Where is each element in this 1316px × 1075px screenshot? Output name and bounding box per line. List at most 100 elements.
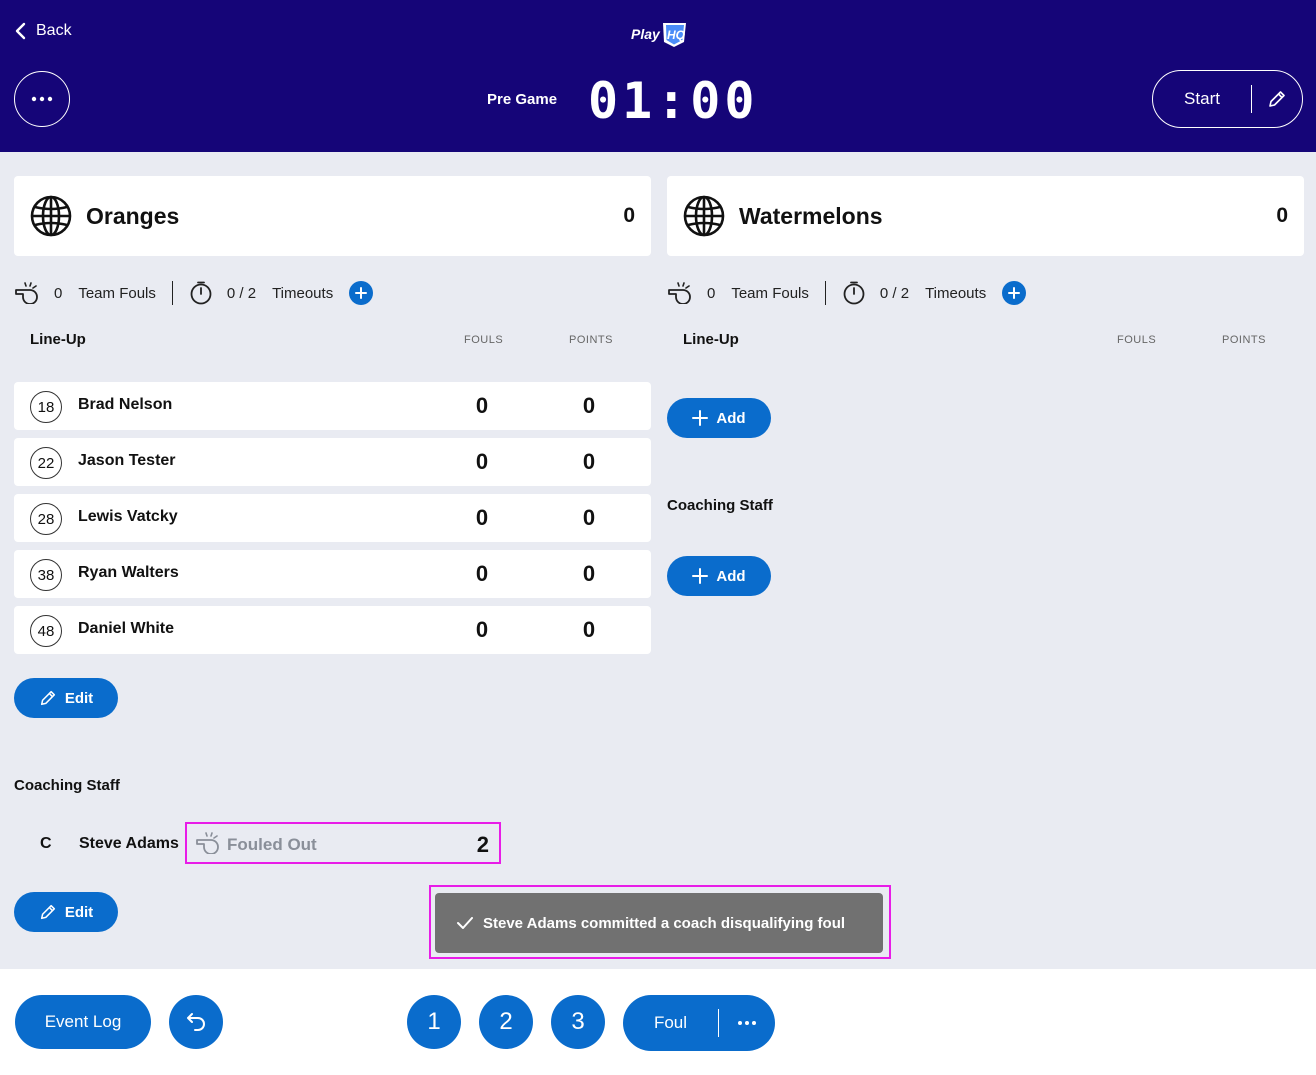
away-coaching-staff-title: Coaching Staff <box>667 497 773 514</box>
away-fouls-column-header: FOULS <box>1117 334 1157 346</box>
player-points: 0 <box>582 617 596 642</box>
edit-clock-button[interactable] <box>1252 89 1302 109</box>
add-coach-label: Add <box>716 567 746 585</box>
coach-fouls-count: 2 <box>476 832 489 857</box>
game-period-label: Pre Game <box>487 91 558 108</box>
whistle-icon <box>668 282 691 304</box>
away-timeouts-count: 0 / 2 <box>879 284 910 302</box>
player-points: 0 <box>582 561 596 586</box>
divider <box>824 281 826 305</box>
home-team-name: Oranges <box>86 202 180 229</box>
home-team-stats: 0 Team Fouls 0 / 2 Timeouts <box>14 278 374 308</box>
whistle-icon <box>15 282 38 304</box>
more-horizontal-icon <box>31 96 53 102</box>
add-player-label: Add <box>716 409 746 427</box>
game-clock: 01:00 <box>588 72 759 130</box>
player-row[interactable]: 28 Lewis Vatcky 0 0 <box>14 494 651 542</box>
away-timeouts-label: Timeouts <box>925 284 987 302</box>
add-coach-button[interactable]: Add <box>667 556 771 596</box>
foul-more-options-button[interactable] <box>719 1020 775 1026</box>
player-name: Brad Nelson <box>78 396 173 413</box>
home-timeouts-count: 0 / 2 <box>226 284 257 302</box>
away-team-fouls-count: 0 <box>707 284 716 302</box>
plus-icon <box>692 410 709 426</box>
plus-icon <box>1008 287 1021 299</box>
event-log-button[interactable]: Event Log <box>15 995 151 1049</box>
player-row[interactable]: 48 Daniel White 0 0 <box>14 606 651 654</box>
player-fouls: 0 <box>475 617 489 642</box>
check-icon <box>457 917 473 929</box>
player-fouls: 0 <box>475 393 489 418</box>
player-row[interactable]: 18 Brad Nelson 0 0 <box>14 382 651 430</box>
home-coaching-staff-title: Coaching Staff <box>14 777 120 794</box>
top-bar: Back Play HQ Pre Game 01:00 Start <box>0 0 1316 152</box>
score-1-point-button[interactable]: 1 <box>407 995 461 1049</box>
more-horizontal-icon <box>738 1021 756 1025</box>
stopwatch-icon <box>190 281 212 305</box>
player-name: Lewis Vatcky <box>78 508 178 525</box>
undo-button[interactable] <box>169 995 223 1049</box>
home-timeouts-label: Timeouts <box>272 284 334 302</box>
svg-text:HQ: HQ <box>667 28 686 42</box>
coach-fouled-out-status: Fouled Out 2 <box>185 822 501 864</box>
jersey-number: 18 <box>30 391 62 423</box>
coach-role: C <box>40 835 52 852</box>
foul-control: Foul <box>623 995 775 1051</box>
back-label: Back <box>36 22 72 39</box>
home-team-fouls-count: 0 <box>54 284 63 302</box>
plus-icon <box>355 287 368 299</box>
away-team-card: Watermelons 0 <box>667 176 1304 256</box>
edit-coaching-staff-label: Edit <box>64 903 94 921</box>
score-3-points-button[interactable]: 3 <box>551 995 605 1049</box>
player-row[interactable]: 38 Ryan Walters 0 0 <box>14 550 651 598</box>
player-fouls: 0 <box>475 449 489 474</box>
player-fouls: 0 <box>475 505 489 530</box>
undo-icon <box>187 1013 205 1031</box>
player-name: Jason Tester <box>78 452 176 469</box>
jersey-number: 22 <box>30 447 62 479</box>
toast-notification: Steve Adams committed a coach disqualify… <box>435 893 883 953</box>
plus-icon <box>692 568 709 584</box>
player-name: Daniel White <box>78 620 175 637</box>
score-2-points-button[interactable]: 2 <box>479 995 533 1049</box>
globe-icon <box>683 195 725 237</box>
edit-lineup-button[interactable]: Edit <box>14 678 118 718</box>
back-button[interactable]: Back <box>14 22 72 40</box>
away-team-name: Watermelons <box>739 202 883 229</box>
home-fouls-column-header: FOULS <box>464 334 504 346</box>
player-fouls: 0 <box>475 561 489 586</box>
toast-message: Steve Adams committed a coach disqualify… <box>483 914 846 932</box>
playhq-logo: Play HQ <box>631 23 686 47</box>
edit-coaching-staff-button[interactable]: Edit <box>14 892 118 932</box>
pencil-icon <box>40 690 55 706</box>
home-points-column-header: POINTS <box>569 334 613 346</box>
stopwatch-icon <box>843 281 865 305</box>
pencil-icon <box>40 904 55 920</box>
away-team-stats: 0 Team Fouls 0 / 2 Timeouts <box>667 278 1027 308</box>
start-button[interactable]: Start <box>1153 89 1251 109</box>
edit-lineup-label: Edit <box>64 689 94 707</box>
home-add-timeout-button[interactable] <box>349 281 374 305</box>
away-team-score: 0 <box>1276 204 1288 227</box>
jersey-number: 28 <box>30 503 62 535</box>
jersey-number: 38 <box>30 559 62 591</box>
player-name: Ryan Walters <box>78 564 179 581</box>
fouled-out-label: Fouled Out <box>227 835 317 854</box>
bottom-action-bar: Event Log 1 2 3 Foul <box>0 969 1316 1075</box>
player-points: 0 <box>582 393 596 418</box>
foul-button[interactable]: Foul <box>623 1013 718 1033</box>
home-team-fouls-label: Team Fouls <box>78 284 156 302</box>
globe-icon <box>30 195 72 237</box>
away-team-fouls-label: Team Fouls <box>731 284 809 302</box>
away-points-column-header: POINTS <box>1222 334 1266 346</box>
divider <box>171 281 173 305</box>
add-player-button[interactable]: Add <box>667 398 771 438</box>
coach-name[interactable]: Steve Adams <box>79 835 179 853</box>
player-row[interactable]: 22 Jason Tester 0 0 <box>14 438 651 486</box>
away-add-timeout-button[interactable] <box>1002 281 1027 305</box>
home-lineup-title: Line-Up <box>30 331 86 348</box>
more-menu-button[interactable] <box>14 71 70 127</box>
home-team-score: 0 <box>623 204 635 227</box>
start-clock-control: Start <box>1152 70 1303 128</box>
pencil-icon <box>1269 91 1285 107</box>
